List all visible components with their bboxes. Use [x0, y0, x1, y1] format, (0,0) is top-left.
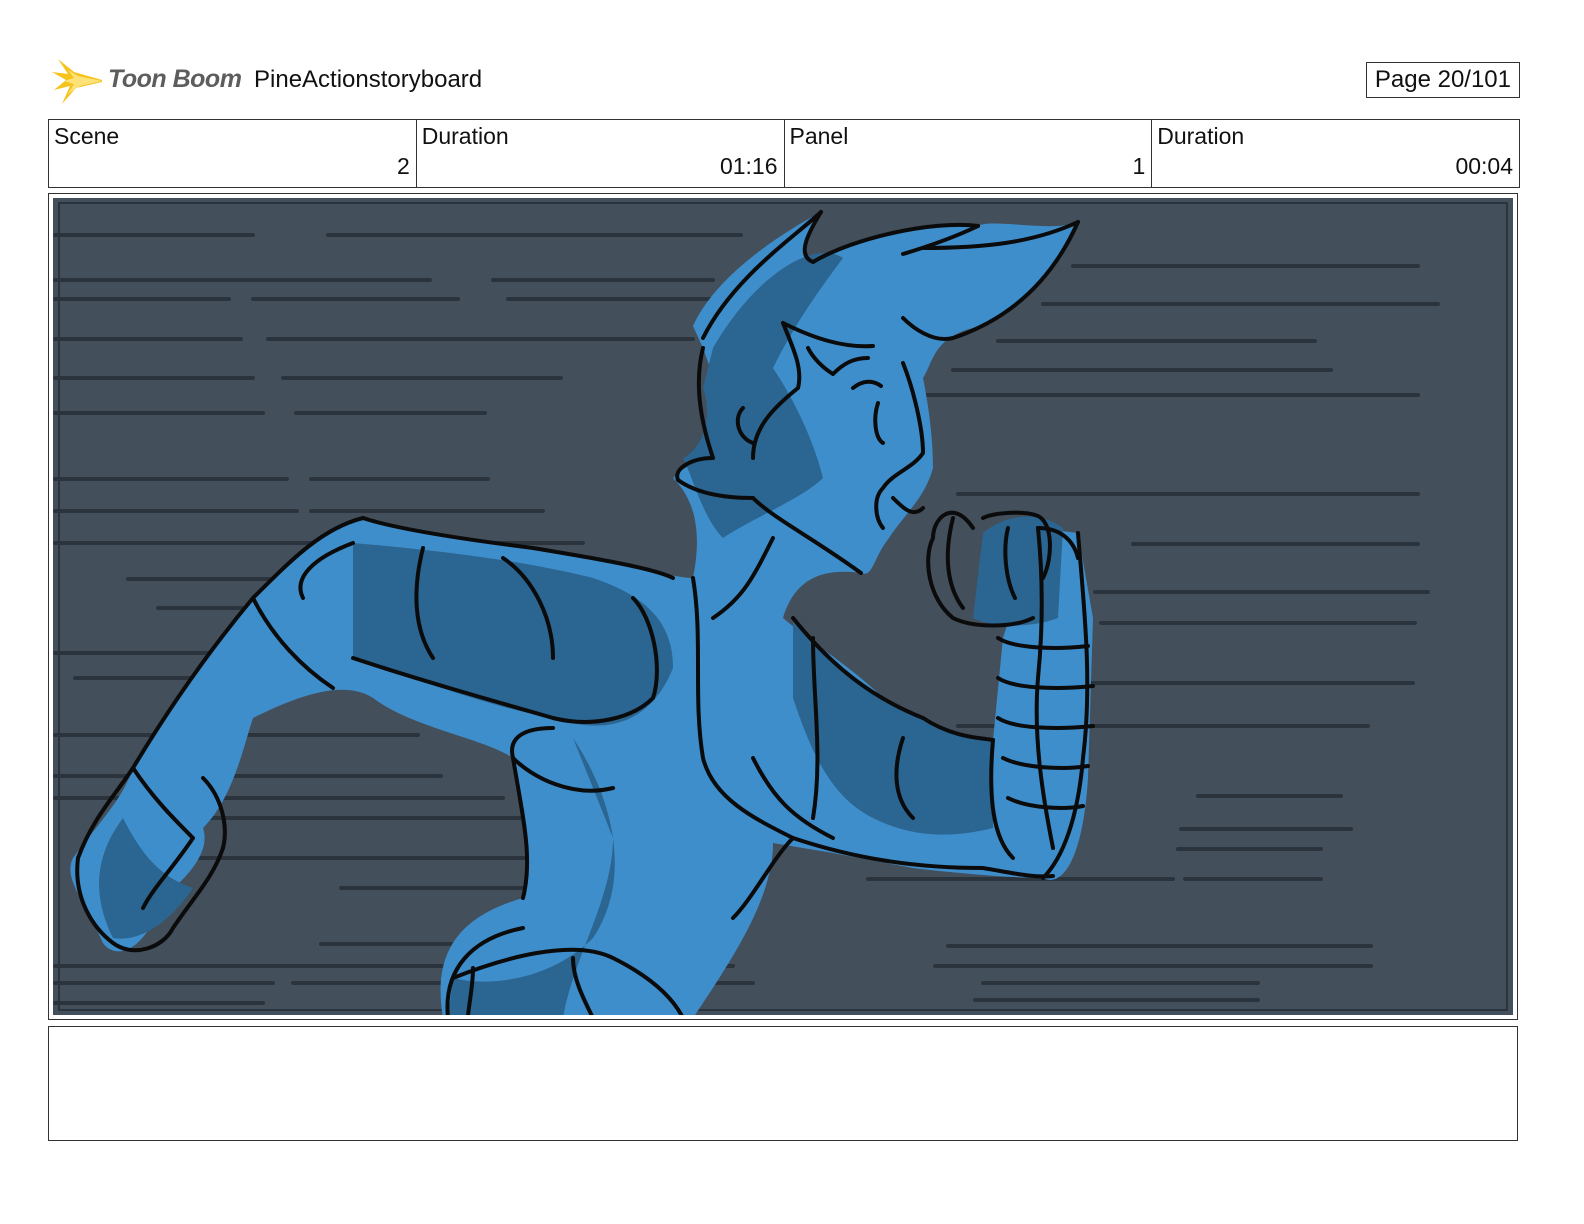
panel-cell: Panel 1: [785, 120, 1153, 187]
project-title: PineActionstoryboard: [254, 66, 483, 93]
scene-duration-cell: Duration 01:16: [417, 120, 785, 187]
scene-label: Scene: [54, 123, 120, 149]
scene-info-table: Scene 2 Duration 01:16 Panel 1 Duration …: [48, 119, 1520, 188]
storyboard-panel-image: [53, 198, 1513, 1015]
logo-wordmark: Toon Boom: [108, 65, 242, 93]
panel-label: Panel: [789, 123, 849, 149]
scene-value: 2: [396, 153, 410, 179]
scene-cell: Scene 2: [49, 120, 417, 187]
page-header: Toon Boom PineActionstoryboard Page 20/1…: [48, 56, 1520, 106]
panel-value: 1: [1132, 153, 1146, 179]
panel-notes-box: [48, 1026, 1518, 1141]
panel-duration-value: 00:04: [1455, 153, 1513, 179]
toon-boom-logo: Toon Boom: [52, 56, 242, 106]
panel-duration-cell: Duration 00:04: [1152, 120, 1519, 187]
scene-duration-label: Duration: [421, 123, 509, 149]
storyboard-panel-frame: [48, 193, 1518, 1020]
starburst-icon: [52, 59, 102, 104]
panel-duration-label: Duration: [1157, 123, 1245, 149]
page-indicator: Page 20/101: [1365, 62, 1520, 98]
scene-duration-value: 01:16: [719, 153, 778, 179]
